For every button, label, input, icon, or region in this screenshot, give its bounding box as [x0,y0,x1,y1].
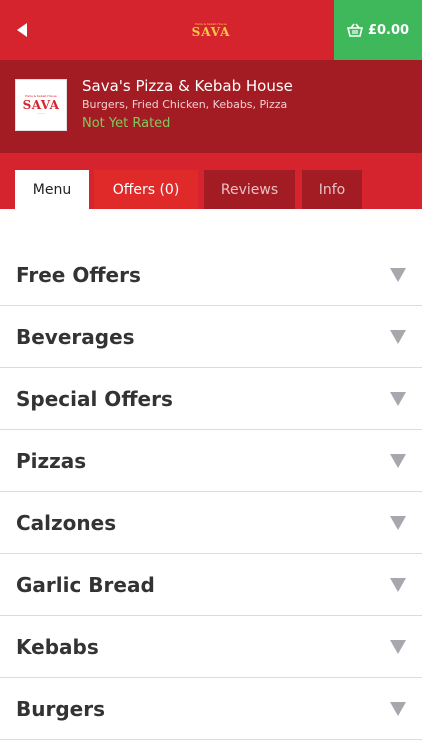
restaurant-header: Pizza & Kebab House SAVA ———— Sava's Piz… [0,60,422,153]
category-label: Pizzas [16,448,87,473]
category-label: Burgers [16,696,105,721]
tab-info[interactable]: Info [302,170,362,209]
category-label: Garlic Bread [16,572,155,597]
category-label: Calzones [16,510,117,535]
chevron-down-icon [390,391,406,406]
back-arrow-icon [17,23,27,37]
back-button[interactable] [10,18,34,42]
basket-icon [346,23,363,37]
tab-bar: Menu Offers (0) Reviews Info [0,153,422,209]
category-pizzas[interactable]: Pizzas [0,430,422,492]
restaurant-logo-line: ———— [37,113,45,115]
restaurant-cuisine: Burgers, Fried Chicken, Kebabs, Pizza [82,98,288,111]
category-label: Beverages [16,324,135,349]
tab-reviews[interactable]: Reviews [204,170,295,209]
top-bar: Pizza & Kebab House SAVA £0.00 [0,0,422,60]
menu-category-list: Free Offers Beverages Special Offers Piz… [0,244,422,740]
category-beverages[interactable]: Beverages [0,306,422,368]
category-label: Free Offers [16,262,141,287]
chevron-down-icon [390,515,406,530]
chevron-down-icon [390,453,406,468]
chevron-down-icon [390,639,406,654]
header-logo-text: SAVA [191,24,231,39]
category-garlic-bread[interactable]: Garlic Bread [0,554,422,616]
category-free-offers[interactable]: Free Offers [0,244,422,306]
category-label: Special Offers [16,386,173,411]
category-kebabs[interactable]: Kebabs [0,616,422,678]
category-calzones[interactable]: Calzones [0,492,422,554]
restaurant-logo-text: SAVA [22,98,60,112]
restaurant-name: Sava's Pizza & Kebab House [82,77,293,95]
chevron-down-icon [390,577,406,592]
chevron-down-icon [390,329,406,344]
tab-offers[interactable]: Offers (0) [94,170,198,209]
cart-button[interactable]: £0.00 [334,0,422,60]
restaurant-rating: Not Yet Rated [82,116,171,131]
tab-menu[interactable]: Menu [15,170,89,209]
category-special-offers[interactable]: Special Offers [0,368,422,430]
category-burgers[interactable]: Burgers [0,678,422,740]
cart-total: £0.00 [367,22,410,38]
chevron-down-icon [390,267,406,282]
restaurant-logo: Pizza & Kebab House SAVA ———— [15,79,67,131]
chevron-down-icon [390,701,406,716]
category-label: Kebabs [16,634,99,659]
header-logo: Pizza & Kebab House SAVA [186,14,236,46]
